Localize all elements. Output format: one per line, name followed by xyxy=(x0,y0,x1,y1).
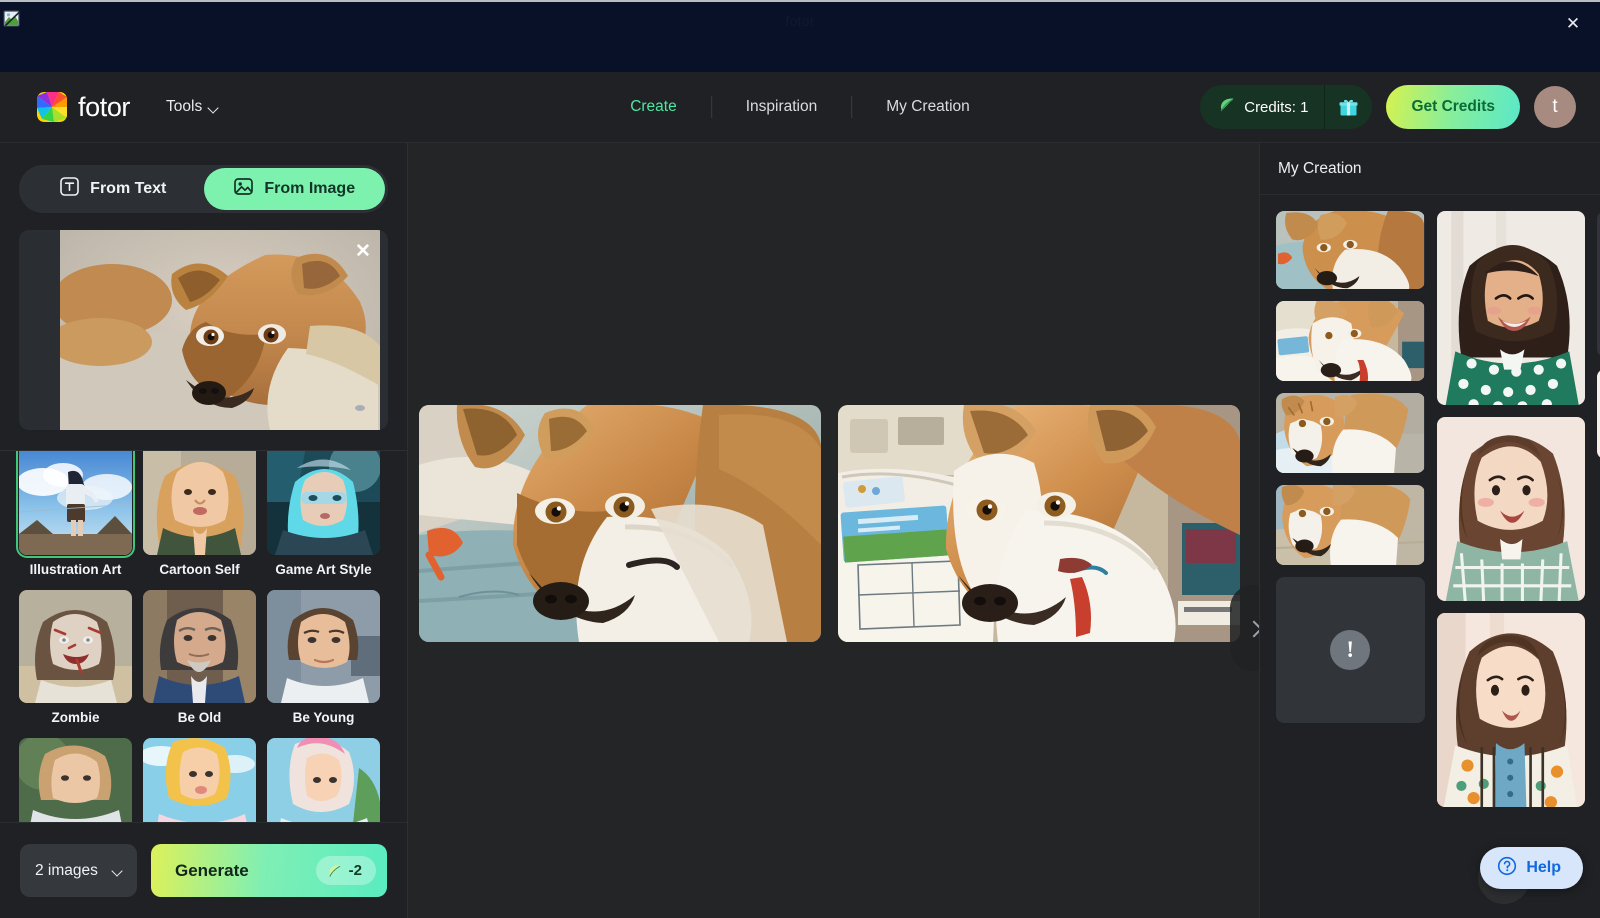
credits-label: Credits: 1 xyxy=(1244,98,1309,116)
window-title: fotor xyxy=(785,13,815,29)
gallery-item[interactable] xyxy=(1436,417,1585,601)
style-cell-cartoon-self[interactable]: Cartoon Self xyxy=(143,451,256,579)
style-thumbnail xyxy=(19,738,132,822)
window-close-button[interactable]: ✕ xyxy=(1560,10,1586,36)
gallery-item-error[interactable]: ! xyxy=(1276,577,1425,723)
help-label: Help xyxy=(1526,859,1561,876)
style-thumbnail xyxy=(143,451,256,555)
style-cell-row3-3[interactable] xyxy=(267,738,380,822)
result-image-1[interactable] xyxy=(419,405,821,642)
main-navigation: Create Inspiration My Creation xyxy=(596,96,1004,118)
style-thumbnail xyxy=(267,590,380,703)
generate-button[interactable]: Generate -2 xyxy=(151,844,387,897)
result-image-2[interactable] xyxy=(838,405,1240,642)
tab-from-image-label: From Image xyxy=(264,180,356,197)
tools-menu-button[interactable]: Tools xyxy=(166,98,220,116)
style-thumbnail xyxy=(143,738,256,822)
tools-label: Tools xyxy=(166,98,203,115)
application-window: fotor ✕ fotor Tools Create Inspiration M… xyxy=(0,0,1600,918)
gift-icon[interactable] xyxy=(1325,85,1372,129)
leaf-icon xyxy=(327,863,343,879)
style-thumbnail xyxy=(19,590,132,703)
error-icon: ! xyxy=(1330,630,1371,670)
style-label: Cartoon Self xyxy=(159,562,240,577)
style-grid: Illustration Art Cartoon Self Game Art S… xyxy=(0,451,407,822)
tab-from-image[interactable]: From Image xyxy=(203,168,385,210)
uploaded-dog-photo xyxy=(60,230,380,430)
style-cell-illustration-art[interactable]: Illustration Art xyxy=(16,451,135,579)
my-creation-title: My Creation xyxy=(1260,143,1600,195)
tab-from-text-label: From Text xyxy=(90,180,167,197)
generate-cost-chip: -2 xyxy=(315,856,376,885)
main-canvas xyxy=(408,143,1259,918)
left-panel: From Text From Image ✕ Illustration Art … xyxy=(0,143,408,918)
gallery-item[interactable] xyxy=(1276,485,1425,565)
gallery-item[interactable] xyxy=(1276,301,1425,381)
brand[interactable]: fotor xyxy=(37,92,130,123)
mode-toggle: From Text From Image xyxy=(19,165,388,213)
style-label: Game Art Style xyxy=(275,562,372,577)
style-label: Be Young xyxy=(292,710,355,725)
left-panel-footer: 2 images Generate -2 xyxy=(0,822,407,918)
text-box-icon xyxy=(59,176,80,202)
tab-from-text[interactable]: From Text xyxy=(22,168,204,210)
style-thumbnail xyxy=(16,451,135,558)
generate-label: Generate xyxy=(175,860,249,880)
style-label: Be Old xyxy=(177,710,222,725)
credits-pill[interactable]: Credits: 1 xyxy=(1200,85,1373,129)
get-credits-button[interactable]: Get Credits xyxy=(1386,85,1520,129)
broken-image-icon xyxy=(3,9,23,29)
generate-cost-label: -2 xyxy=(348,862,362,879)
image-icon xyxy=(233,176,254,202)
style-cell-be-old[interactable]: Be Old xyxy=(143,590,256,727)
gallery-item[interactable] xyxy=(1276,211,1425,289)
nav-item-inspiration[interactable]: Inspiration xyxy=(712,98,852,116)
style-thumbnail xyxy=(267,738,380,822)
style-label: Zombie xyxy=(51,710,100,725)
style-cell-game-art-style[interactable]: Game Art Style xyxy=(267,451,380,579)
my-creation-gallery[interactable]: ! xyxy=(1260,195,1600,918)
style-cell-be-young[interactable]: Be Young xyxy=(267,590,380,727)
header-actions: Credits: 1 Get Credits t xyxy=(1200,85,1576,129)
os-titlebar: fotor ✕ xyxy=(0,0,1600,72)
chevron-down-icon xyxy=(113,867,124,874)
remove-uploaded-image-button[interactable]: ✕ xyxy=(352,241,374,263)
gallery-item[interactable] xyxy=(1436,211,1585,405)
style-cell-zombie[interactable]: Zombie xyxy=(19,590,132,727)
nav-item-my-creation[interactable]: My Creation xyxy=(852,98,1004,116)
question-circle-icon xyxy=(1497,856,1517,881)
gallery-item[interactable] xyxy=(1436,613,1585,807)
chevron-right-icon xyxy=(1247,622,1259,634)
image-count-label: 2 images xyxy=(35,861,98,879)
right-panel: My Creation ! Help xyxy=(1259,143,1600,918)
leaf-icon xyxy=(1218,96,1236,119)
credits-display[interactable]: Credits: 1 xyxy=(1200,85,1324,129)
app-header: fotor Tools Create Inspiration My Creati… xyxy=(0,72,1600,143)
gallery-item[interactable] xyxy=(1276,393,1425,473)
image-count-select[interactable]: 2 images xyxy=(20,844,137,897)
style-label: Illustration Art xyxy=(29,562,122,577)
chevron-down-icon xyxy=(209,104,220,111)
brand-name: fotor xyxy=(78,91,131,122)
style-cell-row3-1[interactable] xyxy=(19,738,132,822)
result-image-row xyxy=(419,405,1240,642)
style-thumbnail xyxy=(143,590,256,703)
nav-item-create[interactable]: Create xyxy=(596,98,711,116)
user-avatar[interactable]: t xyxy=(1534,86,1576,128)
next-results-button[interactable] xyxy=(1230,585,1259,671)
uploaded-image-card[interactable]: ✕ xyxy=(19,230,388,430)
style-thumbnail xyxy=(267,451,380,555)
style-list-scroll-area[interactable]: Disney 2 Fairytale Anime 2 xyxy=(0,451,407,822)
style-cell-row3-2[interactable] xyxy=(143,738,256,822)
fotor-pinwheel-logo-icon xyxy=(37,92,67,122)
help-button[interactable]: Help xyxy=(1480,847,1583,889)
